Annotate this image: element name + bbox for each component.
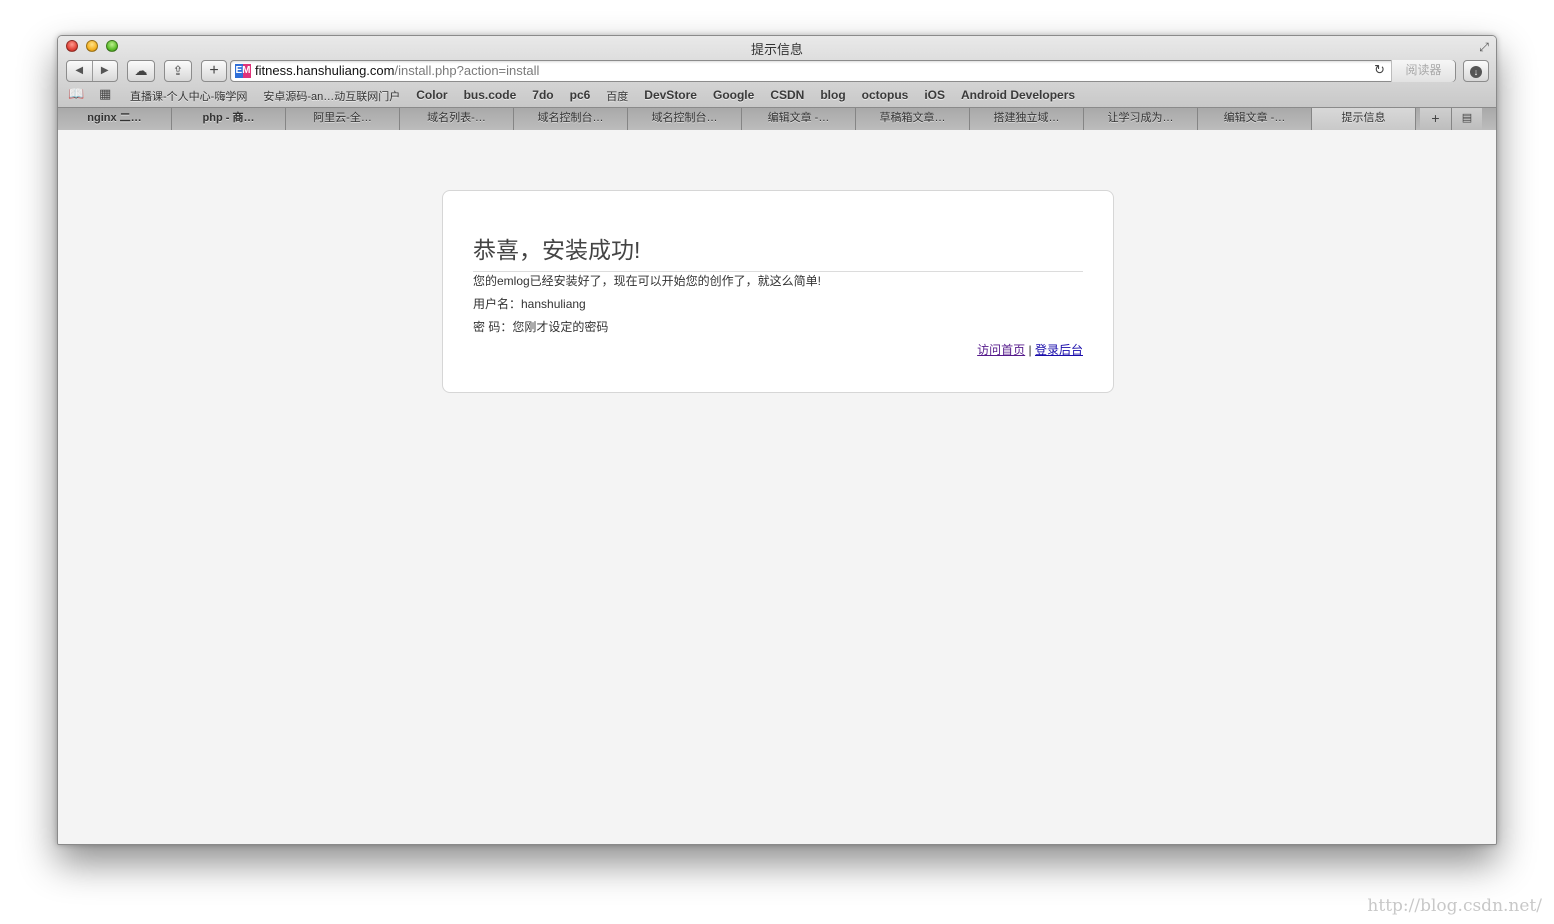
address-bar[interactable]: EM fitness.hanshuliang.com/install.php?a… (230, 60, 1456, 82)
tab-item[interactable]: 搭建独立域… (970, 108, 1084, 130)
bookmark-item[interactable]: Android Developers (961, 88, 1075, 104)
bookmark-item[interactable]: 安卓源码-an…动互联网门户 (263, 88, 400, 104)
back-forward-group: ◀ ▶ (66, 60, 118, 82)
bookmark-item[interactable]: bus.code (464, 88, 517, 104)
share-icon: ⇪ (172, 63, 184, 78)
bookmark-item[interactable]: pc6 (570, 88, 591, 104)
tab-item[interactable]: 域名列表-… (400, 108, 514, 130)
reload-icon[interactable]: ↻ (1374, 62, 1385, 78)
bookmark-item[interactable]: Color (416, 88, 447, 104)
download-icon: ↓ (1470, 66, 1482, 78)
top-sites-icon[interactable]: ▦ (99, 86, 111, 102)
tab-item[interactable]: nginx 二… (58, 108, 172, 130)
tab-item[interactable]: 域名控制台… (628, 108, 742, 130)
watermark: http://blog.csdn.net/ (1367, 896, 1542, 916)
bookmarks-bar: 📖 ▦ 直播课-个人中心-嗨学网 安卓源码-an…动互联网门户 Color bu… (58, 85, 1496, 105)
tab-bar: nginx 二… php - 商… 阿里云-全… 域名列表-… 域名控制台… 域… (58, 107, 1496, 130)
card-links: 访问首页 | 登录后台 (977, 341, 1083, 358)
install-success-card: 恭喜，安装成功! 您的emlog已经安装好了，现在可以开始您的创作了，就这么简单… (442, 190, 1114, 393)
browser-window: 提示信息 ⤢ ◀ ▶ ☁ ⇪ + EM fitness.hanshuliang.… (57, 35, 1497, 845)
tab-item[interactable]: 编辑文章 -… (1198, 108, 1312, 130)
tab-item[interactable]: 编辑文章 -… (742, 108, 856, 130)
toolbar: ◀ ▶ ☁ ⇪ + EM fitness.hanshuliang.com/ins… (58, 59, 1496, 83)
username-line: 用户名：hanshuliang (473, 297, 586, 311)
bookmark-item[interactable]: 直播课-个人中心-嗨学网 (130, 88, 247, 104)
site-favicon-icon: EM (235, 64, 251, 78)
back-icon[interactable]: ◀ (67, 61, 93, 81)
tab-item[interactable]: 草稿箱文章… (856, 108, 970, 130)
cloud-icon: ☁ (134, 63, 148, 78)
tab-item[interactable]: php - 商… (172, 108, 286, 130)
success-message: 您的emlog已经安装好了，现在可以开始您的创作了，就这么简单! (473, 274, 822, 288)
bookmark-item[interactable]: Google (713, 88, 754, 104)
bookmark-list: 直播课-个人中心-嗨学网 安卓源码-an…动互联网门户 Color bus.co… (130, 88, 1091, 104)
tab-item[interactable]: 让学习成为… (1084, 108, 1198, 130)
visit-home-link[interactable]: 访问首页 (977, 343, 1025, 357)
bookmark-item[interactable]: octopus (862, 88, 909, 104)
new-tab-icon[interactable]: + (1420, 108, 1452, 130)
link-separator: | (1028, 343, 1032, 357)
browser-chrome: 提示信息 ⤢ ◀ ▶ ☁ ⇪ + EM fitness.hanshuliang.… (58, 36, 1496, 130)
tab-item[interactable]: 域名控制台… (514, 108, 628, 130)
tab-list-icon[interactable]: ▤ (1452, 108, 1482, 130)
reading-list-icon[interactable]: 📖 (68, 86, 84, 102)
bookmark-item[interactable]: CSDN (770, 88, 804, 104)
window-title: 提示信息 (750, 42, 803, 57)
url-host: fitness.hanshuliang.com (255, 63, 395, 78)
fullscreen-icon[interactable]: ⤢ (1477, 40, 1491, 54)
bookmark-item[interactable]: 百度 (606, 88, 628, 104)
tab-item-active[interactable]: 提示信息 (1312, 108, 1416, 130)
forward-icon[interactable]: ▶ (93, 61, 118, 81)
admin-login-link[interactable]: 登录后台 (1035, 343, 1083, 357)
url-text[interactable]: fitness.hanshuliang.com/install.php?acti… (255, 63, 539, 78)
page-title: 恭喜，安装成功! (473, 231, 1083, 272)
password-line: 密 码：您刚才设定的密码 (473, 320, 609, 334)
page-content: 恭喜，安装成功! 您的emlog已经安装好了，现在可以开始您的创作了，就这么简单… (58, 130, 1496, 844)
url-path: /install.php?action=install (394, 63, 540, 78)
add-bookmark-button[interactable]: + (201, 60, 227, 82)
downloads-button[interactable]: ↓ (1463, 60, 1489, 82)
title-bar: 提示信息 ⤢ (58, 36, 1496, 58)
bookmark-item[interactable]: DevStore (644, 88, 697, 104)
tab-item[interactable]: 阿里云-全… (286, 108, 400, 130)
bookmark-item[interactable]: 7do (532, 88, 553, 104)
bookmark-item[interactable]: iOS (924, 88, 945, 104)
bookmark-item[interactable]: blog (820, 88, 845, 104)
plus-icon: + (209, 62, 219, 79)
icloud-tabs-button[interactable]: ☁ (127, 60, 155, 82)
share-button[interactable]: ⇪ (164, 60, 192, 82)
reader-button[interactable]: 阅读器 (1391, 60, 1455, 82)
